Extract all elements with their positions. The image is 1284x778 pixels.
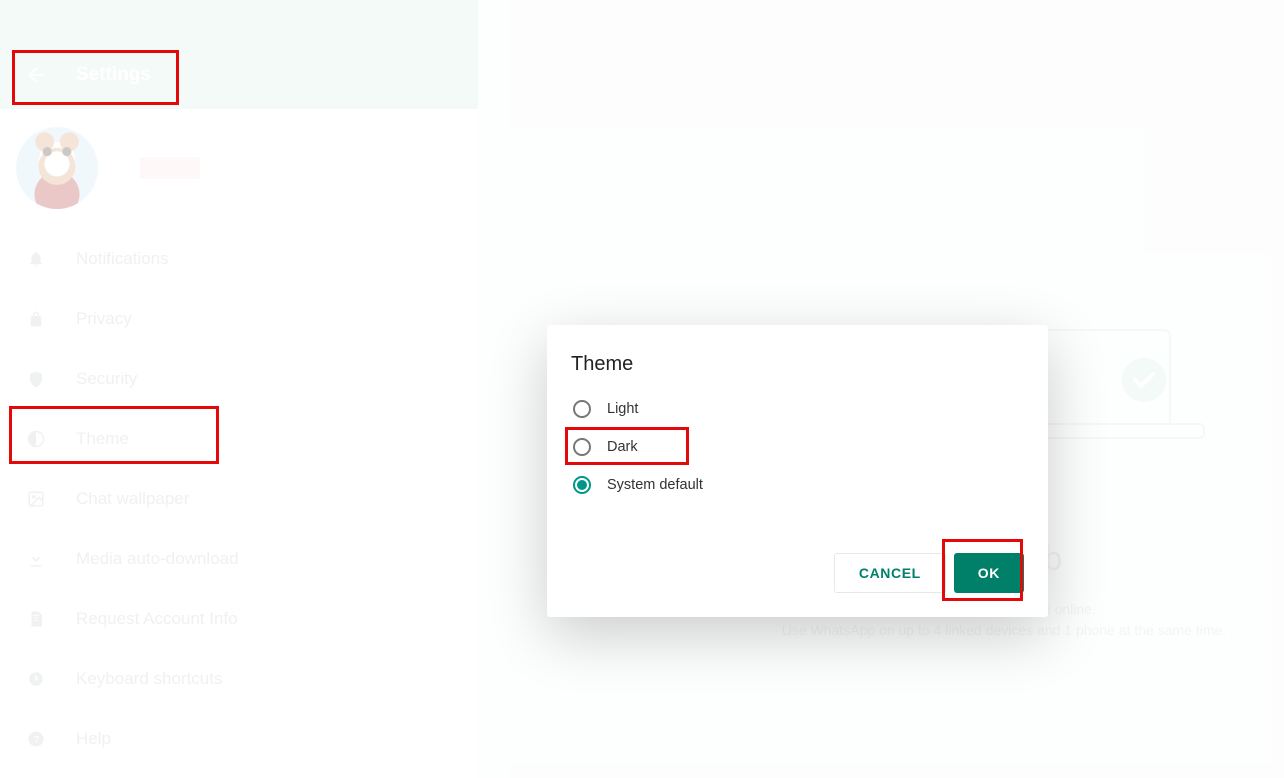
cancel-button[interactable]: CANCEL [834,553,946,593]
ok-button[interactable]: OK [954,553,1024,593]
dialog-buttons: CANCEL OK [834,553,1024,593]
radio-icon [573,476,591,494]
theme-option-system-default[interactable]: System default [573,474,1024,496]
theme-dialog: Theme Light Dark System default CANCEL O… [547,325,1048,617]
radio-icon [573,438,591,456]
radio-label: System default [607,477,703,493]
app-root: Settings Notifications Privacy [0,0,1284,778]
theme-option-light[interactable]: Light [573,398,1024,420]
theme-radio-group: Light Dark System default [571,398,1024,496]
theme-option-dark[interactable]: Dark [573,436,1024,458]
radio-label: Dark [607,439,638,455]
radio-label: Light [607,401,638,417]
radio-icon [573,400,591,418]
dialog-title: Theme [571,353,1024,376]
